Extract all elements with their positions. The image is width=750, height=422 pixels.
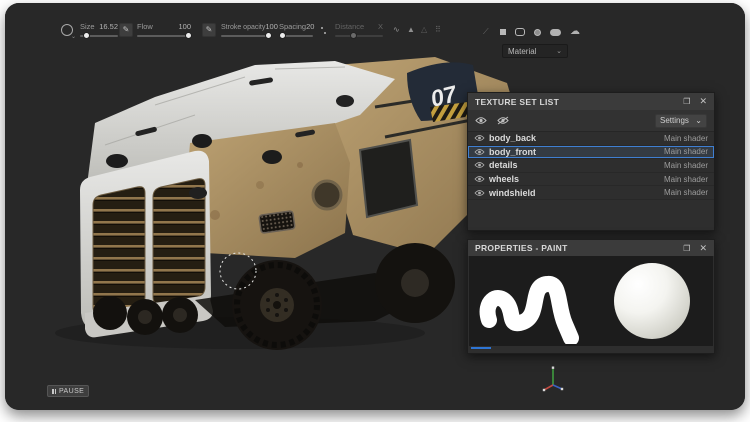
settings-dropdown[interactable]: Settings ⌄: [655, 114, 707, 128]
settings-dropdown-value: Settings: [660, 116, 689, 125]
pause-icon: [52, 389, 56, 394]
origin-gizmo: [538, 363, 568, 395]
eye-icon[interactable]: [474, 189, 485, 197]
eye-icon[interactable]: [474, 175, 485, 183]
texture-set-name: wheels: [489, 174, 519, 184]
texture-set-name: details: [489, 160, 518, 170]
grid-snap-icon[interactable]: ⠿: [435, 25, 441, 34]
eye-icon[interactable]: [474, 134, 485, 142]
texture-set-list-header[interactable]: TEXTURE SET LIST ❐ ✕: [468, 93, 714, 110]
texture-set-row-windshield[interactable]: windshield Main shader: [468, 186, 714, 200]
distance-slider[interactable]: [335, 35, 383, 37]
size-value: 16.52: [99, 22, 118, 31]
material-dropdown-value: Material: [508, 47, 536, 56]
size-slider-group: Size 16.52: [80, 22, 118, 37]
undock-icon[interactable]: ❐: [683, 97, 690, 106]
contextual-toolbar: ⌄ Size 16.52 ✎ Flow 100 ✎: [5, 3, 745, 63]
eye-icon[interactable]: [474, 148, 485, 156]
size-label: Size: [80, 22, 95, 31]
texture-set-name: body_back: [489, 133, 536, 143]
pencil-icon: ✎: [123, 25, 130, 34]
flow-label: Flow: [137, 22, 153, 31]
distance-slider-group: Distance X: [335, 22, 383, 37]
stroke-opacity-value: 100: [265, 22, 278, 31]
texture-set-list-toolbar: Settings ⌄: [468, 110, 714, 132]
spacing-slider-group: Spacing 20: [279, 22, 313, 37]
eye-icon[interactable]: [474, 161, 485, 169]
circle-shape-icon[interactable]: [534, 29, 541, 36]
texture-set-list-title: TEXTURE SET LIST: [475, 97, 559, 107]
properties-header[interactable]: PROPERTIES - PAINT ❐ ✕: [468, 240, 714, 256]
flow-value: 100: [178, 22, 191, 31]
screenshot-stage: 07: [0, 0, 750, 422]
distance-value: X: [378, 22, 383, 31]
texture-set-row-wheels[interactable]: wheels Main shader: [468, 173, 714, 187]
distance-slider-knob[interactable]: [350, 32, 357, 39]
texture-set-name: windshield: [489, 188, 536, 198]
spacing-slider-knob[interactable]: [279, 32, 286, 39]
pause-label: PAUSE: [59, 388, 84, 395]
shader-label: Main shader: [664, 147, 708, 156]
undock-icon[interactable]: ❐: [683, 244, 690, 253]
square-shape-icon[interactable]: [500, 29, 506, 35]
symmetry-icon[interactable]: ▲: [407, 25, 415, 34]
pause-button[interactable]: PAUSE: [47, 385, 89, 397]
ellipse-shape-icon[interactable]: [550, 29, 561, 36]
texture-set-row-body-front[interactable]: body_front Main shader: [468, 146, 714, 160]
size-pencil-pressure-button[interactable]: ✎: [119, 23, 133, 37]
texture-set-list-panel: TEXTURE SET LIST ❐ ✕ Settings ⌄: [467, 92, 715, 231]
material-sphere-preview[interactable]: [614, 263, 690, 339]
chevron-down-icon: ⌄: [556, 47, 562, 55]
stroke-shape-toolbar: ⟋ ☁: [483, 27, 580, 37]
material-mode-dropdown[interactable]: Material ⌄: [502, 44, 568, 58]
stroke-dots-icon[interactable]: [321, 27, 327, 35]
close-icon[interactable]: ✕: [699, 96, 707, 107]
solo-visibility-icon[interactable]: [497, 116, 509, 125]
cloud-icon[interactable]: ☁: [570, 27, 580, 37]
toggle-all-visibility-icon[interactable]: [475, 116, 487, 125]
app-window: 07: [5, 3, 745, 410]
stroke-opacity-slider-knob[interactable]: [265, 32, 272, 39]
texture-set-row-details[interactable]: details Main shader: [468, 159, 714, 173]
shader-label: Main shader: [664, 175, 708, 184]
stroke-opacity-label: Stroke opacity: [221, 24, 265, 31]
brush-preview-chevron-icon[interactable]: ⌄: [71, 33, 76, 40]
size-slider[interactable]: [80, 35, 118, 37]
flow-pencil-pressure-button[interactable]: ✎: [202, 23, 216, 37]
texture-set-name: body_front: [489, 147, 536, 157]
symmetry-ghost-icon[interactable]: △: [421, 25, 427, 34]
stroke-opacity-slider[interactable]: [221, 35, 271, 37]
size-slider-knob[interactable]: [83, 32, 90, 39]
flow-slider[interactable]: [137, 35, 191, 37]
3d-viewport[interactable]: 07: [5, 3, 745, 410]
shader-label: Main shader: [664, 134, 708, 143]
properties-title: PROPERTIES - PAINT: [475, 243, 568, 253]
close-icon[interactable]: ✕: [699, 243, 707, 254]
path-tool-icon[interactable]: ⟋: [483, 28, 491, 36]
rect-shape-icon[interactable]: [515, 28, 525, 36]
spacing-slider[interactable]: [279, 35, 313, 37]
flow-slider-group: Flow 100: [137, 22, 191, 37]
truck-model[interactable]: 07: [45, 45, 525, 375]
shader-label: Main shader: [664, 188, 708, 197]
distance-label: Distance: [335, 22, 364, 31]
stroke-opacity-slider-group: Stroke opacity 100: [221, 22, 271, 37]
brush-preview-area[interactable]: [469, 256, 713, 346]
brush-stroke-preview[interactable]: [473, 258, 593, 344]
pencil-icon: ✎: [206, 25, 213, 34]
properties-paint-panel: PROPERTIES - PAINT ❐ ✕: [467, 239, 715, 354]
spacing-label: Spacing: [279, 22, 306, 31]
texture-set-row-body-back[interactable]: body_back Main shader: [468, 132, 714, 146]
lazy-mouse-icon[interactable]: ∿: [393, 25, 400, 34]
chevron-down-icon: ⌄: [695, 116, 702, 125]
shader-label: Main shader: [664, 161, 708, 170]
spacing-value: 20: [306, 22, 314, 31]
scroll-indicator[interactable]: [471, 347, 491, 349]
flow-slider-knob[interactable]: [185, 32, 192, 39]
